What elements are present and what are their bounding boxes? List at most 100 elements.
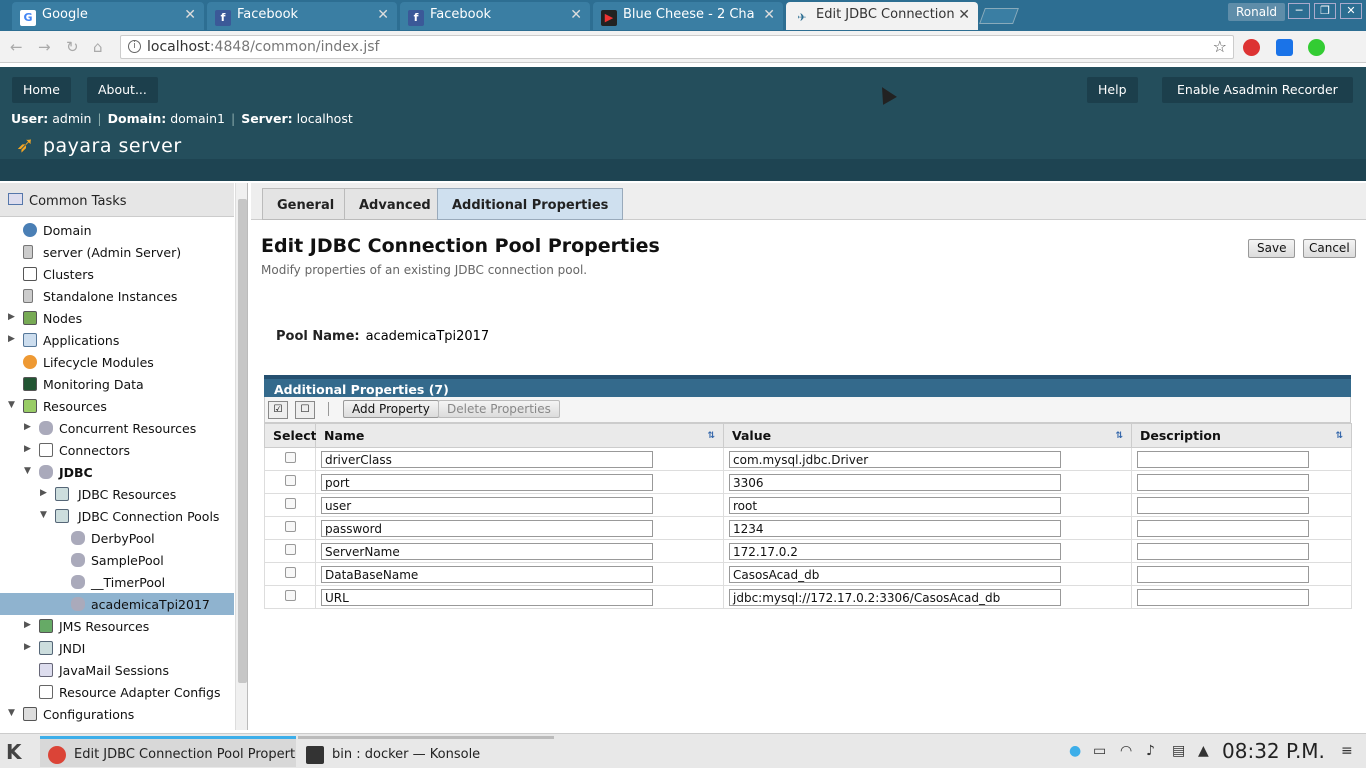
menu-icon[interactable]: ≡: [1341, 743, 1353, 759]
column-header-description[interactable]: Description ⇅: [1131, 423, 1352, 448]
close-icon[interactable]: ✕: [958, 7, 970, 23]
sort-icon[interactable]: ⇅: [707, 431, 715, 441]
clipboard-icon[interactable]: ▤: [1172, 743, 1185, 759]
row-checkbox[interactable]: [284, 567, 296, 578]
new-tab-button[interactable]: [979, 8, 1019, 24]
home-icon[interactable]: ⌂: [93, 38, 103, 56]
sort-icon[interactable]: ⇅: [1335, 431, 1343, 441]
tab-general[interactable]: General: [262, 188, 350, 220]
close-icon[interactable]: ✕: [570, 7, 582, 23]
property-description-input[interactable]: [1137, 565, 1309, 583]
tree-item-jdbc[interactable]: ▼ JDBC: [0, 461, 234, 483]
collapse-arrow-icon[interactable]: ▼: [8, 708, 15, 718]
column-header-value[interactable]: Value ⇅: [723, 423, 1132, 448]
property-value-input[interactable]: 1234: [729, 519, 1061, 537]
property-value-input[interactable]: CasosAcad_db: [729, 565, 1061, 583]
property-description-input[interactable]: [1137, 542, 1309, 560]
add-property-button[interactable]: Add Property: [343, 400, 439, 418]
tree-item-resources[interactable]: ▼ Resources: [0, 395, 234, 417]
reload-icon[interactable]: ↻: [66, 38, 79, 56]
property-name-input[interactable]: DataBaseName: [321, 565, 653, 583]
property-name-input[interactable]: port: [321, 473, 653, 491]
property-description-input[interactable]: [1137, 473, 1309, 491]
tree-item-connectors[interactable]: ▶ Connectors: [0, 439, 234, 461]
property-value-input[interactable]: jdbc:mysql://172.17.0.2:3306/CasosAcad_d…: [729, 588, 1061, 606]
property-description-input[interactable]: [1137, 496, 1309, 514]
task-konsole[interactable]: bin : docker — Konsole: [298, 736, 554, 767]
tree-item-jdbc-resources[interactable]: ▶ JDBC Resources: [0, 483, 234, 505]
profile-badge[interactable]: Ronald: [1228, 3, 1286, 21]
deselect-all-icon[interactable]: ☐: [295, 401, 315, 419]
tab-facebook-2[interactable]: f Facebook ✕: [400, 2, 590, 30]
collapse-arrow-icon[interactable]: ▼: [24, 466, 31, 476]
collapse-arrow-icon[interactable]: ▼: [8, 400, 15, 410]
sidebar-scrollbar[interactable]: [235, 183, 247, 730]
forward-icon[interactable]: →: [38, 38, 51, 56]
close-icon[interactable]: ✕: [377, 7, 389, 23]
tree-item-monitoring-data[interactable]: Monitoring Data: [0, 373, 234, 395]
property-value-input[interactable]: 3306: [729, 473, 1061, 491]
expand-arrow-icon[interactable]: ▶: [40, 488, 47, 498]
tray-expand-icon[interactable]: ▲: [1198, 743, 1209, 759]
tree-item-jdbc-connection-pools[interactable]: ▼ JDBC Connection Pools: [0, 505, 234, 527]
volume-icon[interactable]: ♪: [1146, 743, 1155, 759]
url-field[interactable]: i localhost:4848/common/index.jsf ☆: [120, 35, 1234, 59]
cancel-button[interactable]: Cancel: [1303, 239, 1356, 258]
task-chrome[interactable]: Edit JDBC Connection Pool Properti...: [40, 736, 296, 767]
enable-asadmin-recorder-button[interactable]: Enable Asadmin Recorder: [1162, 77, 1353, 103]
collapse-arrow-icon[interactable]: ▼: [40, 510, 47, 520]
tree-item-domain[interactable]: Domain: [0, 219, 234, 241]
column-header-name[interactable]: Name ⇅: [315, 423, 724, 448]
minimize-icon[interactable]: ─: [1288, 3, 1310, 19]
property-name-input[interactable]: driverClass: [321, 450, 653, 468]
tree-item-concurrent-resources[interactable]: ▶ Concurrent Resources: [0, 417, 234, 439]
tab-blue-cheese[interactable]: ▶ Blue Cheese - 2 Cha ✕: [593, 2, 783, 30]
expand-arrow-icon[interactable]: ▶: [24, 444, 31, 454]
close-window-icon[interactable]: ✕: [1340, 3, 1362, 19]
tab-additional-properties[interactable]: Additional Properties: [437, 188, 624, 220]
expand-arrow-icon[interactable]: ▶: [24, 620, 31, 630]
row-checkbox[interactable]: [284, 544, 296, 555]
delete-properties-button[interactable]: Delete Properties: [438, 400, 560, 418]
bookmark-star-icon[interactable]: ☆: [1213, 37, 1227, 56]
tab-advanced[interactable]: Advanced: [344, 188, 446, 220]
tree-item-timerpool[interactable]: __TimerPool: [0, 571, 234, 593]
property-value-input[interactable]: 172.17.0.2: [729, 542, 1061, 560]
property-value-input[interactable]: root: [729, 496, 1061, 514]
expand-arrow-icon[interactable]: ▶: [24, 422, 31, 432]
property-description-input[interactable]: [1137, 588, 1309, 606]
maximize-icon[interactable]: ❐: [1314, 3, 1336, 19]
save-button[interactable]: Save: [1248, 239, 1296, 258]
close-icon[interactable]: ✕: [763, 7, 775, 23]
battery-icon[interactable]: ▭: [1093, 743, 1106, 759]
tree-item-clusters[interactable]: Clusters: [0, 263, 234, 285]
tree-item-derbypool[interactable]: DerbyPool: [0, 527, 234, 549]
home-button[interactable]: Home: [12, 77, 71, 103]
expand-arrow-icon[interactable]: ▶: [8, 334, 15, 344]
row-checkbox[interactable]: [284, 498, 296, 509]
row-checkbox[interactable]: [284, 452, 296, 463]
row-checkbox[interactable]: [284, 590, 296, 601]
tree-item-nodes[interactable]: ▶ Nodes: [0, 307, 234, 329]
tree-item-samplepool[interactable]: SamplePool: [0, 549, 234, 571]
tree-item-jms-resources[interactable]: ▶ JMS Resources: [0, 615, 234, 637]
tree-item-server[interactable]: server (Admin Server): [0, 241, 234, 263]
tab-edit-jdbc[interactable]: ✈ Edit JDBC Connection ✕: [786, 2, 978, 30]
info-icon[interactable]: i: [128, 40, 141, 53]
row-checkbox[interactable]: [284, 521, 296, 532]
property-name-input[interactable]: URL: [321, 588, 653, 606]
adblock-extension-icon[interactable]: [1243, 39, 1260, 56]
tree-item-javamail-sessions[interactable]: JavaMail Sessions: [0, 659, 234, 681]
sort-icon[interactable]: ⇅: [1115, 431, 1123, 441]
property-name-input[interactable]: ServerName: [321, 542, 653, 560]
property-name-input[interactable]: user: [321, 496, 653, 514]
select-all-icon[interactable]: ☑: [268, 401, 288, 419]
about-button[interactable]: About...: [87, 77, 158, 103]
tree-item-resource-adapter-configs[interactable]: Resource Adapter Configs: [0, 681, 234, 703]
common-tasks-header[interactable]: Common Tasks: [0, 183, 234, 217]
back-icon[interactable]: ←: [10, 38, 23, 56]
property-description-input[interactable]: [1137, 519, 1309, 537]
extension-icon[interactable]: [1276, 39, 1293, 56]
grammarly-extension-icon[interactable]: [1308, 39, 1325, 56]
tree-item-applications[interactable]: ▶ Applications: [0, 329, 234, 351]
